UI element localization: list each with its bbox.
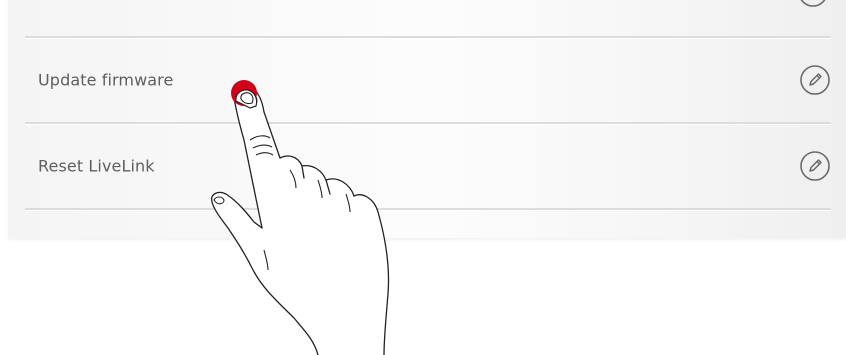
list-item-update-firmware[interactable]: Update firmware bbox=[25, 38, 831, 122]
list-item-label: Reset LiveLink bbox=[38, 156, 155, 176]
pencil-edit-icon[interactable] bbox=[799, 64, 831, 96]
pencil-edit-icon[interactable] bbox=[799, 150, 831, 182]
screen: Update firmware Reset LiveLink bbox=[0, 0, 846, 355]
list-item-label: Update firmware bbox=[38, 70, 174, 90]
list-item-reset-livelink[interactable]: Reset LiveLink bbox=[25, 124, 831, 208]
pencil-edit-icon[interactable] bbox=[797, 0, 829, 8]
settings-panel: Update firmware Reset LiveLink bbox=[8, 0, 846, 238]
list-divider bbox=[25, 208, 831, 211]
